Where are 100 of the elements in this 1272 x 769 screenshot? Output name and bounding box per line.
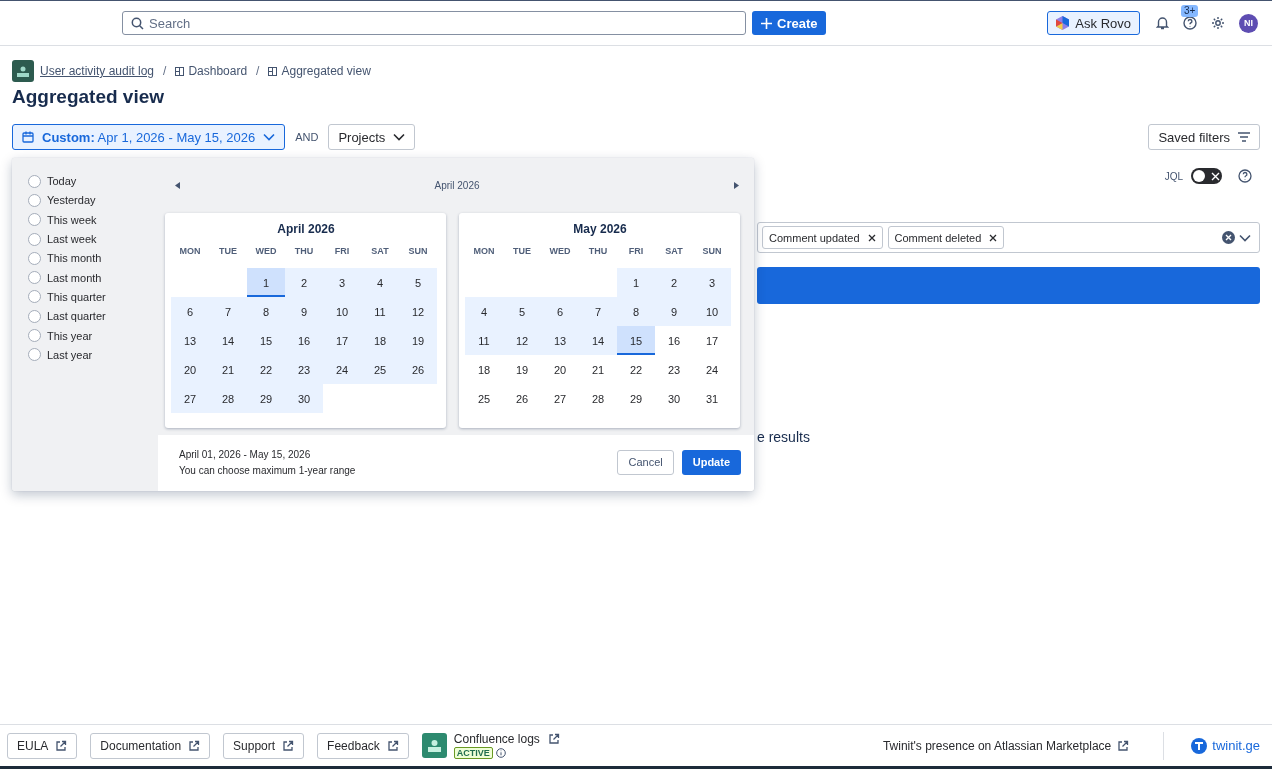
preset-option[interactable]: This week xyxy=(28,212,158,227)
calendar-day[interactable]: 9 xyxy=(285,297,323,326)
calendar-day[interactable]: 18 xyxy=(361,326,399,355)
calendar-day[interactable]: 18 xyxy=(465,355,503,384)
calendar-day[interactable]: 10 xyxy=(323,297,361,326)
radio-button[interactable] xyxy=(28,329,41,342)
footer-link-button[interactable]: Feedback xyxy=(317,732,409,759)
calendar-day[interactable]: 12 xyxy=(503,326,541,355)
calendar-day[interactable]: 5 xyxy=(399,268,437,297)
calendar-day[interactable]: 15 xyxy=(247,326,285,355)
breadcrumb-item[interactable]: Dashboard xyxy=(175,64,248,78)
calendar-day[interactable]: 5 xyxy=(503,297,541,326)
calendar-day[interactable]: 23 xyxy=(285,355,323,384)
jql-toggle[interactable] xyxy=(1191,168,1222,184)
preset-option[interactable]: Last year xyxy=(28,347,158,362)
radio-button[interactable] xyxy=(28,213,41,227)
calendar-day[interactable]: 7 xyxy=(209,297,247,326)
filter-chip[interactable]: Comment updated xyxy=(762,226,883,249)
calendar-day[interactable]: 13 xyxy=(171,326,209,355)
radio-button[interactable] xyxy=(28,309,41,323)
calendar-day[interactable]: 16 xyxy=(655,326,693,355)
cancel-button[interactable]: Cancel xyxy=(617,449,674,475)
calendar-day[interactable]: 17 xyxy=(323,326,361,355)
calendar-day[interactable]: 20 xyxy=(171,355,209,384)
calendar-day[interactable]: 7 xyxy=(579,297,617,326)
preset-option[interactable]: This year xyxy=(28,328,158,343)
calendar-day[interactable]: 30 xyxy=(655,384,693,413)
event-type-field[interactable]: Comment updated Comment deleted xyxy=(757,222,1260,253)
notifications-bell-icon[interactable] xyxy=(1156,16,1169,30)
preset-option[interactable]: This month xyxy=(28,251,158,266)
previous-month-icon[interactable] xyxy=(175,182,180,189)
calendar-day[interactable]: 6 xyxy=(541,297,579,326)
footer-link-button[interactable]: Documentation xyxy=(90,732,211,759)
date-range-button[interactable]: Custom: Apr 1, 2026 - May 15, 2026 xyxy=(12,124,286,150)
calendar-day[interactable]: 3 xyxy=(323,268,361,297)
close-icon[interactable] xyxy=(867,233,876,242)
calendar-day[interactable]: 11 xyxy=(465,326,503,355)
calendar-day[interactable]: 9 xyxy=(655,297,693,326)
search-field[interactable]: Search xyxy=(122,11,746,35)
clear-icon[interactable] xyxy=(1222,231,1235,244)
calendar-day[interactable]: 20 xyxy=(541,355,579,384)
calendar-day[interactable]: 26 xyxy=(399,355,437,384)
calendar-day[interactable]: 26 xyxy=(503,384,541,413)
close-icon[interactable] xyxy=(989,233,998,242)
user-avatar[interactable]: NI xyxy=(1239,13,1258,33)
radio-button[interactable] xyxy=(28,290,41,304)
calendar-day[interactable]: 28 xyxy=(209,384,247,413)
preset-option[interactable]: Today xyxy=(28,174,158,189)
preset-option[interactable]: This quarter xyxy=(28,289,158,305)
calendar-day[interactable]: 27 xyxy=(171,384,209,413)
calendar-day[interactable]: 16 xyxy=(285,326,323,355)
radio-button[interactable] xyxy=(28,193,41,207)
calendar-day[interactable]: 22 xyxy=(617,355,655,384)
calendar-day[interactable]: 12 xyxy=(399,297,437,326)
ask-rovo-button[interactable]: Ask Rovo xyxy=(1047,11,1140,35)
calendar-day[interactable]: 30 xyxy=(285,384,323,413)
preset-option[interactable]: Last week xyxy=(28,231,158,247)
calendar-day[interactable]: 3 xyxy=(693,268,731,297)
calendar-day[interactable]: 19 xyxy=(503,355,541,384)
info-icon[interactable] xyxy=(495,748,506,758)
preset-option[interactable]: Last month xyxy=(28,270,158,285)
calendar-day[interactable]: 24 xyxy=(323,355,361,384)
calendar-day[interactable]: 11 xyxy=(361,297,399,326)
radio-button[interactable] xyxy=(28,271,41,285)
breadcrumb-link[interactable]: User activity audit log xyxy=(40,64,155,78)
calendar-day[interactable]: 28 xyxy=(579,384,617,413)
next-month-icon[interactable] xyxy=(734,182,739,189)
calendar-day[interactable]: 15 xyxy=(617,326,655,355)
calendar-day[interactable]: 14 xyxy=(209,326,247,355)
radio-button[interactable] xyxy=(28,348,41,362)
create-button[interactable]: Create xyxy=(752,11,827,35)
calendar-day[interactable]: 14 xyxy=(579,326,617,355)
projects-dropdown[interactable]: Projects xyxy=(328,124,416,150)
breadcrumb-item[interactable]: Aggregated view xyxy=(268,64,371,78)
calendar-day[interactable]: 22 xyxy=(247,355,285,384)
calendar-day[interactable]: 2 xyxy=(285,268,323,297)
calendar-day[interactable]: 2 xyxy=(655,268,693,297)
help-icon[interactable] xyxy=(1183,16,1197,30)
calendar-day[interactable]: 24 xyxy=(693,355,731,384)
settings-icon[interactable] xyxy=(1211,16,1225,30)
footer-link-button[interactable]: Support xyxy=(223,732,305,759)
saved-filters-button[interactable]: Saved filters xyxy=(1148,124,1260,150)
filter-chip[interactable]: Comment deleted xyxy=(887,226,1005,249)
calendar-day[interactable]: 1 xyxy=(247,268,285,297)
update-button[interactable]: Update xyxy=(681,449,741,475)
radio-button[interactable] xyxy=(28,232,41,246)
calendar-day[interactable]: 27 xyxy=(541,384,579,413)
calendar-day[interactable]: 13 xyxy=(541,326,579,355)
calendar-day[interactable]: 25 xyxy=(465,384,503,413)
help-icon[interactable] xyxy=(1238,169,1252,183)
calendar-day[interactable]: 10 xyxy=(693,297,731,326)
calendar-day[interactable]: 17 xyxy=(693,326,731,355)
radio-button[interactable] xyxy=(28,251,41,265)
preset-option[interactable]: Last quarter xyxy=(28,309,158,324)
calendar-day[interactable]: 29 xyxy=(247,384,285,413)
calendar-day[interactable]: 21 xyxy=(209,355,247,384)
footer-link-button[interactable]: EULA xyxy=(7,732,78,759)
calendar-day[interactable]: 21 xyxy=(579,355,617,384)
brand-link[interactable]: twinit.ge xyxy=(1177,737,1260,754)
calendar-day[interactable]: 19 xyxy=(399,326,437,355)
